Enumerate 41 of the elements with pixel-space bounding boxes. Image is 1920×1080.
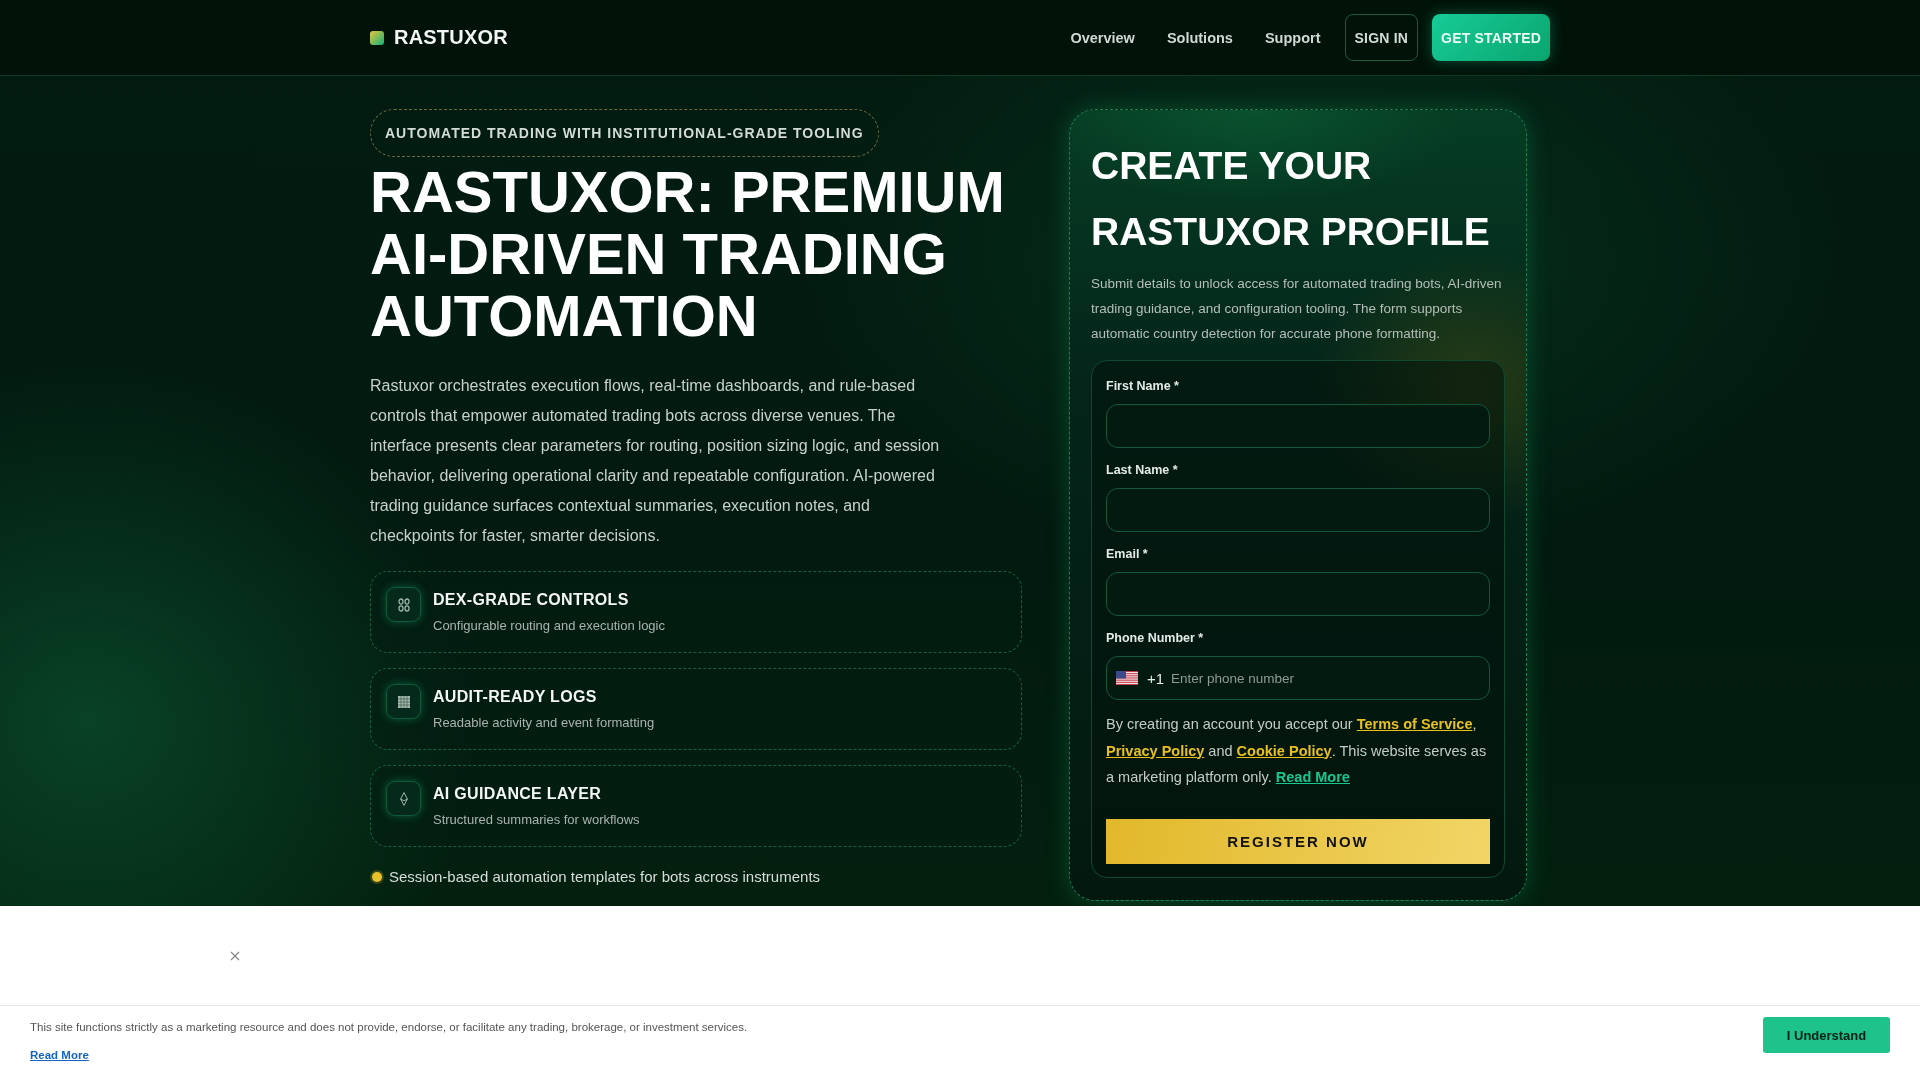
dot-icon xyxy=(372,872,382,882)
policy-link[interactable]: Privacy Policy xyxy=(1106,742,1205,759)
consent-text: By creating an account you accept our Terms of Service, Privacy Policy and Cookie Policy. This website serves as a marketing platform only. Read More xyxy=(1106,715,1488,787)
read-more-link[interactable]: Read More xyxy=(30,1047,89,1063)
field-label: Phone Number * xyxy=(1106,630,1204,647)
chain-icon xyxy=(386,587,421,622)
input-field[interactable] xyxy=(1106,572,1490,616)
highlight-text: Session-based automation templates for bots across instruments xyxy=(389,867,821,887)
read-more-link[interactable]: Read More xyxy=(1275,769,1350,785)
feature-title: DEX-GRADE CONTROLS xyxy=(433,590,629,610)
input-field[interactable] xyxy=(1106,488,1490,532)
understand-button[interactable]: I Understand xyxy=(1763,1017,1890,1053)
diamond-icon xyxy=(386,781,421,816)
form-description: Submit details to unlock access for automated trading bots, AI-driven trading guidance, and configuration tooling. The form supports automatic country detection for accurate phone formatting. xyxy=(1091,275,1503,343)
nav-link[interactable]: Support xyxy=(1264,29,1321,46)
close-icon xyxy=(230,950,240,961)
feature-subtitle: Readable activity and event formatting xyxy=(433,714,655,732)
feature-subtitle: Configurable routing and execution logic xyxy=(433,617,665,635)
disclaimer-text: This site functions strictly as a marketing resource and does not provide, endorse, or facilitate any trading, brokerage, or investment services. xyxy=(30,1020,748,1035)
policy-link[interactable]: Terms of Service xyxy=(1356,716,1473,732)
register-button[interactable]: REGISTER NOW xyxy=(1106,818,1490,864)
feature-title: AI GUIDANCE LAYER xyxy=(433,784,602,804)
flag-icon xyxy=(1116,671,1138,685)
logo-text[interactable]: RASTUXOR xyxy=(394,26,508,49)
close-button[interactable] xyxy=(230,950,240,961)
field-label: Last Name * xyxy=(1106,462,1178,479)
policy-link[interactable]: Cookie Policy xyxy=(1236,742,1332,759)
hero-description: Rastuxor orchestrates execution flows, real-time dashboards, and rule-based controls that empower automated trading bots across diverse venues. The interface presents clear parameters for routing, position sizing logic, and session behavior, delivering operational clarity and repeatable configuration. AI-powered trading guidance surfaces contextual summaries, execution notes, and checkpoints for faster, smarter decisions. xyxy=(370,376,940,546)
dial-code: +1 xyxy=(1147,669,1165,687)
field-label: First Name * xyxy=(1106,378,1179,395)
sign-in-button[interactable]: SIGN IN xyxy=(1344,14,1419,61)
form-heading: CREATE YOUR RASTUXOR PROFILE xyxy=(1091,143,1491,255)
logo-icon xyxy=(370,30,384,45)
input-field[interactable] xyxy=(1106,404,1490,448)
grid-icon xyxy=(386,684,421,719)
feature-subtitle: Structured summaries for workflows xyxy=(433,811,640,829)
nav-link[interactable]: Overview xyxy=(1070,29,1135,46)
hero-heading: RASTUXOR: PREMIUM AI-DRIVEN TRADING AUTOMATION xyxy=(370,161,1006,347)
feature-title: AUDIT-READY LOGS xyxy=(433,687,597,707)
nav-link[interactable]: Solutions xyxy=(1166,29,1233,46)
field-label: Email * xyxy=(1106,546,1148,563)
